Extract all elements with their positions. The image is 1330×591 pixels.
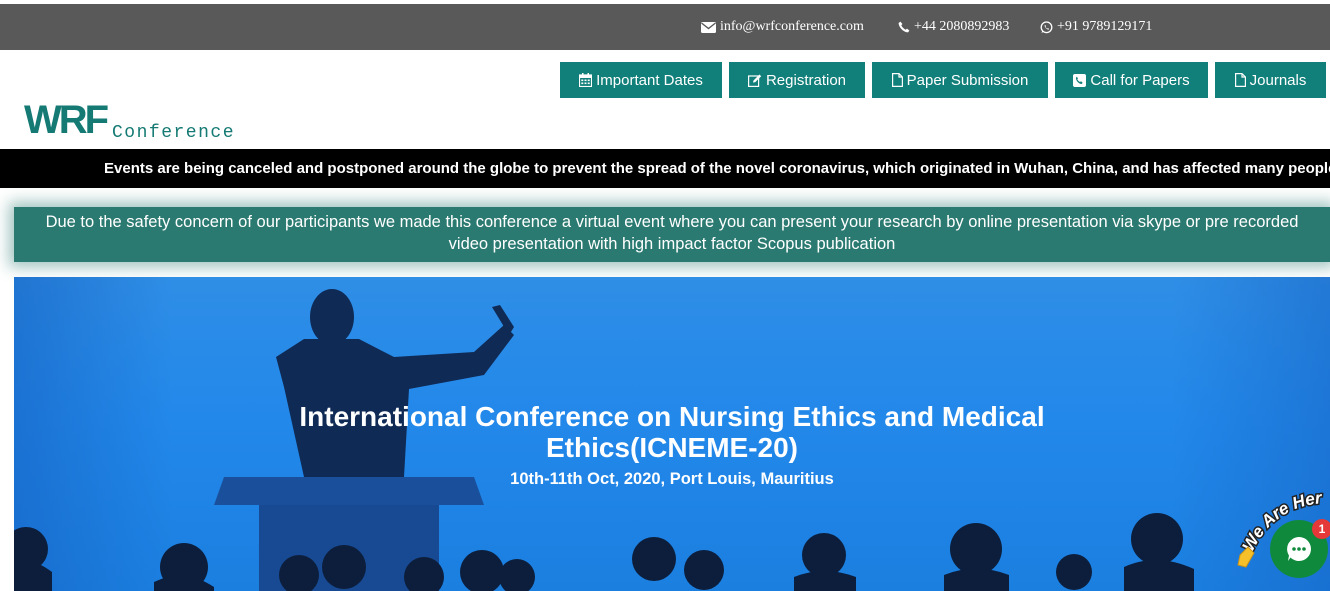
nav-important-dates-button[interactable]: Important Dates	[560, 62, 722, 98]
whatsapp-icon	[1040, 20, 1053, 33]
hero-banner: International Conference on Nursing Ethi…	[14, 277, 1330, 591]
file-icon	[1234, 73, 1246, 87]
nav-call-for-papers-label[interactable]: Call for Papers	[1090, 72, 1189, 89]
calendar-icon	[579, 73, 593, 87]
conference-title: International Conference on Nursing Ethi…	[299, 401, 1045, 463]
edit-icon	[747, 74, 762, 87]
chat-unread-badge: 1	[1312, 519, 1330, 539]
contact-email[interactable]: info@wrfconference.com	[701, 19, 864, 35]
file-icon	[891, 73, 903, 87]
contact-email-text[interactable]: info@wrfconference.com	[720, 19, 864, 35]
contact-whatsapp-text[interactable]: +91 9789129171	[1057, 19, 1152, 35]
contact-phone-text[interactable]: +44 2080892983	[914, 19, 1009, 35]
chat-bubble-icon	[1287, 537, 1311, 561]
phone-square-icon	[1073, 73, 1087, 87]
nav-paper-submission-label[interactable]: Paper Submission	[907, 72, 1029, 89]
nav-journals-label[interactable]: Journals	[1250, 72, 1307, 89]
news-ticker-text[interactable]: Events are being canceled and postponed …	[104, 160, 1330, 177]
nav-registration-label[interactable]: Registration	[766, 72, 846, 89]
contact-phone[interactable]: +44 2080892983	[898, 19, 1009, 35]
nav-call-for-papers-button[interactable]: Call for Papers	[1055, 62, 1208, 98]
phone-icon	[898, 21, 910, 33]
virtual-event-notice: Due to the safety concern of our partici…	[14, 207, 1330, 262]
site-logo[interactable]: WRF Conference	[24, 98, 264, 148]
nav-paper-submission-button[interactable]: Paper Submission	[872, 62, 1048, 98]
nav-registration-button[interactable]: Registration	[729, 62, 865, 98]
logo-mark: WRF	[24, 98, 109, 142]
conference-date-location: 10th-11th Oct, 2020, Port Louis, Mauriti…	[510, 470, 834, 488]
nav-journals-button[interactable]: Journals	[1215, 62, 1326, 98]
top-contact-bar: info@wrfconference.com +44 2080892983 +9…	[0, 4, 1330, 50]
waving-hand-icon	[1237, 546, 1255, 568]
news-ticker: Events are being canceled and postponed …	[0, 149, 1330, 188]
nav-important-dates-label[interactable]: Important Dates	[596, 72, 703, 89]
logo-subtitle: Conference	[112, 123, 236, 143]
virtual-event-notice-text: Due to the safety concern of our partici…	[45, 213, 1299, 253]
contact-whatsapp[interactable]: +91 9789129171	[1040, 19, 1152, 35]
envelope-icon	[701, 21, 716, 33]
